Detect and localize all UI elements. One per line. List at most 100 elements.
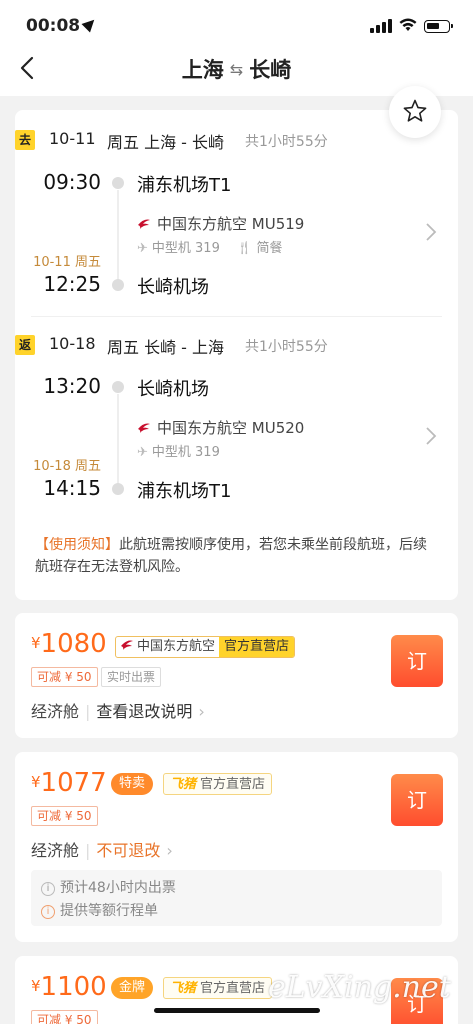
outbound-arr-airport: 长崎机场 xyxy=(137,277,209,298)
origin-city: 上海 xyxy=(181,58,224,82)
refund-rule-link[interactable]: 查看退改说明 xyxy=(96,702,192,721)
discount-chip: 可减 ¥ 50 xyxy=(31,1010,98,1024)
inbound-airline[interactable]: 中国东方航空 MU520 xyxy=(137,417,304,438)
info-icon: i xyxy=(41,882,55,896)
outbound-header: 去 10-11 周五 上海 - 长崎 共1小时55分 xyxy=(15,129,458,152)
outbound-duration: 共1小时55分 xyxy=(245,134,328,150)
outbound-detail-chevron-icon[interactable] xyxy=(425,222,437,242)
inbound-aircraft: ✈ 中型机 319 xyxy=(137,441,220,460)
currency-symbol: ¥ xyxy=(31,773,41,791)
refund-rule-link[interactable]: 不可退改 xyxy=(96,841,160,860)
inbound-arr-date: 10-18 周五 xyxy=(33,459,101,474)
cabin-row[interactable]: 经济舱 | 查看退改说明 › xyxy=(31,698,205,722)
book-button[interactable]: 订 xyxy=(391,774,443,826)
discount-chip: 可减 ¥ 50 xyxy=(31,806,98,826)
fliggy-logo: 飞猪 xyxy=(170,981,197,996)
cabin-class: 经济舱 xyxy=(31,841,80,860)
gold-tag: 金牌 xyxy=(111,977,154,999)
inbound-aircraft-label: 中型机 319 xyxy=(151,445,220,460)
outbound-dep-dot xyxy=(112,177,124,189)
cabin-class: 经济舱 xyxy=(31,702,80,721)
outbound-timeline xyxy=(117,190,119,280)
outbound-tag: 去 xyxy=(15,130,35,150)
cabin-row[interactable]: 经济舱 | 不可退改 › xyxy=(31,837,173,861)
discount-chip: 可减 ¥ 50 xyxy=(31,667,98,687)
chevron-right-icon: › xyxy=(166,841,173,860)
favorite-button[interactable] xyxy=(389,86,441,138)
offer-price: ¥1100 xyxy=(31,972,107,1002)
seller-badge: 飞猪 官方直营店 xyxy=(163,773,273,795)
wifi-icon xyxy=(399,18,417,31)
fliggy-logo: 飞猪 xyxy=(170,777,197,792)
meal-icon: 🍴︎ xyxy=(236,241,253,256)
offer-price: ¥1080 xyxy=(31,629,107,659)
invoice-info: 提供等额行程单 xyxy=(60,903,158,919)
chevron-right-icon: › xyxy=(198,702,205,721)
plane-icon: ✈ xyxy=(137,445,148,460)
plane-icon: ✈ xyxy=(137,241,148,256)
seller-badge: 飞猪 官方直营店 xyxy=(163,977,273,999)
official-store-label: 官方直营店 xyxy=(219,637,295,657)
outbound-aircraft: ✈ 中型机 319 🍴︎ 简餐 xyxy=(137,237,283,256)
ticketing-chip: 实时出票 xyxy=(101,667,162,687)
currency-symbol: ¥ xyxy=(31,977,41,995)
itinerary-card: 去 10-11 周五 上海 - 长崎 共1小时55分 09:30 浦东机场T1 … xyxy=(15,110,458,600)
china-eastern-logo-icon xyxy=(138,423,150,433)
notice-label: 【使用须知】 xyxy=(35,537,119,553)
price-amount: 1100 xyxy=(40,972,107,1002)
status-time: 00:08 xyxy=(26,16,81,36)
outbound-meal: 简餐 xyxy=(256,241,283,256)
offer-price: ¥1077 xyxy=(31,768,107,798)
official-store-label: 官方直营店 xyxy=(200,981,266,996)
inbound-timeline xyxy=(117,394,119,484)
info-line: i 提供等额行程单 xyxy=(41,900,158,920)
battery-icon xyxy=(424,20,453,33)
inbound-detail-chevron-icon[interactable] xyxy=(425,426,437,446)
price-amount: 1077 xyxy=(40,768,107,798)
inbound-arr-airport: 浦东机场T1 xyxy=(137,481,232,502)
page-title: 上海 ⇆ 长崎 xyxy=(0,54,473,84)
special-sale-tag: 特卖 xyxy=(111,773,154,795)
inbound-header: 返 10-18 周五 长崎 - 上海 共1小时55分 xyxy=(15,334,458,357)
outbound-airline[interactable]: 中国东方航空 MU519 xyxy=(137,213,304,234)
offer-card: ¥1077 特卖 飞猪 官方直营店 可减 ¥ 50 经济舱 | 不可退改 › 订 i 预计… xyxy=(15,752,458,942)
inbound-route: 周五 长崎 - 上海 xyxy=(107,338,225,357)
inbound-flight: 中国东方航空 MU520 xyxy=(157,419,305,437)
currency-symbol: ¥ xyxy=(31,634,41,652)
inbound-dep-time: 13:20 xyxy=(43,374,101,398)
separator: | xyxy=(85,702,91,721)
outbound-dep-airport: 浦东机场T1 xyxy=(137,175,232,196)
china-eastern-logo-icon xyxy=(138,219,150,229)
ticketing-time: 预计48小时内出票 xyxy=(60,880,176,896)
usage-notice: 【使用须知】此航班需按顺序使用，若您未乘坐前段航班，后续航班存在无法登机风险。 xyxy=(35,534,440,578)
swap-icon[interactable]: ⇆ xyxy=(230,60,243,79)
info-icon: i xyxy=(41,905,55,919)
seller-badge: 中国东方航空 官方直营店 xyxy=(115,636,296,658)
inbound-tag: 返 xyxy=(15,335,35,355)
leg-divider xyxy=(31,316,442,317)
china-eastern-logo-icon xyxy=(121,640,133,650)
inbound-dep-dot xyxy=(112,381,124,393)
outbound-aircraft-label: 中型机 319 xyxy=(151,241,220,256)
outbound-route: 周五 上海 - 长崎 xyxy=(107,133,225,152)
official-store-label: 官方直营店 xyxy=(200,777,266,792)
outbound-arr-date: 10-11 周五 xyxy=(33,255,101,270)
outbound-flight: 中国东方航空 MU519 xyxy=(157,215,305,233)
outbound-date: 10-11 xyxy=(49,129,96,148)
ticket-info-box: i 预计48小时内出票 i 提供等额行程单 xyxy=(31,870,442,926)
inbound-dep-airport: 长崎机场 xyxy=(137,379,209,400)
inbound-duration: 共1小时55分 xyxy=(245,339,328,355)
offer-card: ¥1080 中国东方航空 官方直营店 可减 ¥ 50 实时出票 经济舱 | 查看退改说… xyxy=(15,613,458,738)
star-icon xyxy=(403,99,427,122)
separator: | xyxy=(85,841,91,860)
seller-name: 中国东方航空 xyxy=(137,639,216,654)
status-bar: 00:08 xyxy=(0,0,473,44)
outbound-arr-dot xyxy=(112,279,124,291)
book-button[interactable]: 订 xyxy=(391,635,443,687)
home-indicator[interactable] xyxy=(154,1008,320,1013)
outbound-dep-time: 09:30 xyxy=(43,170,101,194)
inbound-date: 10-18 xyxy=(49,334,96,353)
inbound-arr-time: 14:15 xyxy=(43,476,101,500)
outbound-arr-time: 12:25 xyxy=(43,272,101,296)
destination-city: 长崎 xyxy=(249,58,292,82)
